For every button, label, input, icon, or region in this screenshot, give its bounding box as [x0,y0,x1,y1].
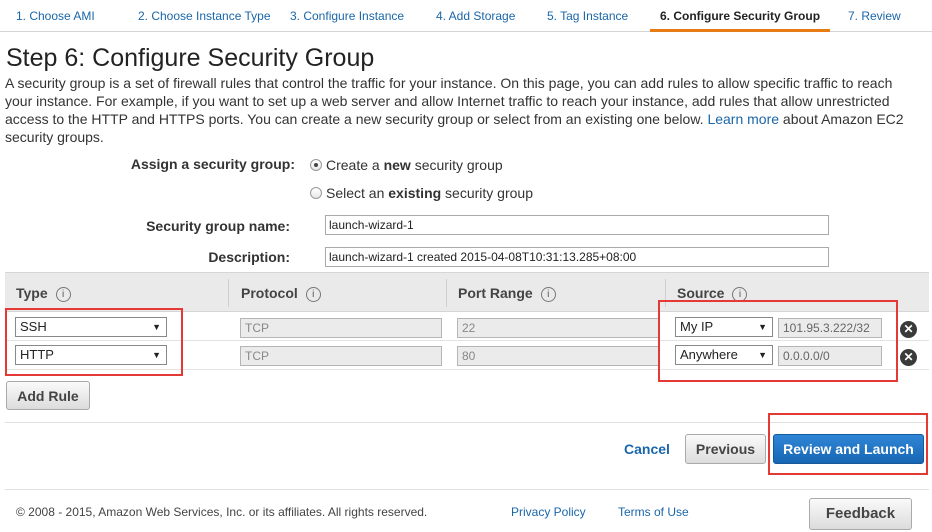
add-rule-button[interactable]: Add Rule [6,381,90,410]
info-icon[interactable]: i [540,287,556,302]
radio-new-text: Create a [326,157,384,173]
tab-choose-ami[interactable]: 1. Choose AMI [6,0,105,32]
header-type: Type i [16,285,71,302]
protocol-field: TCP [240,318,442,338]
page-title: Step 6: Configure Security Group [6,44,375,72]
learn-more-link[interactable]: Learn more [707,111,779,127]
privacy-policy-link[interactable]: Privacy Policy [511,505,586,519]
type-highlight-box [5,308,183,376]
header-port-range-label: Port Range [458,285,533,301]
assign-label: Assign a security group: [130,156,295,172]
tab-configure-security-group[interactable]: 6. Configure Security Group [650,0,831,32]
header-type-label: Type [16,285,48,301]
source-highlight-box [658,300,898,382]
launch-highlight-box [768,413,928,475]
radio-selected-icon[interactable] [310,159,322,171]
security-group-name-input[interactable]: launch-wizard-1 [325,215,829,235]
tab-review[interactable]: 7. Review [838,0,911,32]
intro-paragraph: A security group is a set of firewall ru… [5,74,921,146]
tab-choose-instance-type[interactable]: 2. Choose Instance Type [128,0,281,32]
feedback-button[interactable]: Feedback [809,498,912,530]
wizard-steps: 1. Choose AMI 2. Choose Instance Type 3.… [0,0,932,32]
radio-existing-bold: existing [388,185,442,201]
info-icon[interactable]: i [305,287,321,302]
port-range-field: 80 [457,346,660,366]
close-circle-icon[interactable]: ✕ [900,349,917,366]
info-icon[interactable]: i [55,287,71,302]
terms-of-use-link[interactable]: Terms of Use [618,505,689,519]
description-label: Description: [208,249,290,265]
header-protocol-label: Protocol [241,285,298,301]
header-source-label: Source [677,285,725,301]
port-range-field: 22 [457,318,660,338]
tab-configure-instance[interactable]: 3. Configure Instance [280,0,414,32]
radio-existing-text: Select an [326,185,389,201]
radio-new-bold: new [383,157,411,173]
radio-create-new[interactable]: Create a new security group [310,157,503,173]
copyright-text: © 2008 - 2015, Amazon Web Services, Inc.… [16,505,428,519]
column-divider [228,279,229,307]
previous-button[interactable]: Previous [685,434,766,464]
cancel-link[interactable]: Cancel [624,441,670,457]
radio-new-suffix: security group [410,157,503,173]
column-divider [446,279,447,307]
tab-tag-instance[interactable]: 5. Tag Instance [537,0,638,32]
protocol-field: TCP [240,346,442,366]
security-group-name-label: Security group name: [146,218,290,234]
radio-unselected-icon[interactable] [310,187,322,199]
close-circle-icon[interactable]: ✕ [900,321,917,338]
radio-select-existing[interactable]: Select an existing security group [310,185,533,201]
tab-add-storage[interactable]: 4. Add Storage [426,0,525,32]
header-protocol: Protocol i [241,285,321,302]
header-port-range: Port Range i [458,285,556,302]
divider [5,489,929,490]
description-input[interactable]: launch-wizard-1 created 2015-04-08T10:31… [325,247,829,267]
radio-existing-suffix: security group [441,185,533,201]
